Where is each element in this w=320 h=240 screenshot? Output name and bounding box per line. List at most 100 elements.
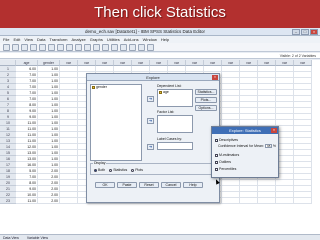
visible-variables-label: Visible: 2 of 2 Variables <box>279 54 316 58</box>
insert-cases-icon[interactable] <box>93 44 100 51</box>
table-cell[interactable] <box>60 198 78 204</box>
menu-utilities[interactable]: Utilities <box>107 36 120 43</box>
toolbar <box>0 43 320 52</box>
statistics-title-text: Explore: Statistics <box>229 128 261 133</box>
insert-variable-icon[interactable] <box>102 44 109 51</box>
variable-item-label: gender <box>96 85 107 89</box>
menu-file[interactable]: File <box>3 36 9 43</box>
reset-button[interactable]: Reset <box>139 182 159 188</box>
dependent-list[interactable]: age <box>157 89 193 107</box>
checkbox-icon[interactable] <box>215 153 218 157</box>
menu-view[interactable]: View <box>24 36 33 43</box>
variable-list[interactable]: gender <box>90 84 142 161</box>
paste-button[interactable]: Paste <box>117 182 137 188</box>
ok-button[interactable]: OK <box>95 182 115 188</box>
maximize-icon[interactable]: □ <box>301 29 309 35</box>
menu-analyze[interactable]: Analyze <box>72 36 86 43</box>
display-group: Display Both Statistics Plots <box>90 161 217 175</box>
menu-transform[interactable]: Transform <box>49 36 67 43</box>
checkbox-icon[interactable] <box>215 160 218 164</box>
menu-help[interactable]: Help <box>161 36 169 43</box>
table-cell[interactable]: 2.00 <box>38 198 60 204</box>
variable-item[interactable]: gender <box>91 85 141 90</box>
open-icon[interactable] <box>3 44 10 51</box>
label-cases-label: Label Cases by: <box>157 137 183 141</box>
save-icon[interactable] <box>12 44 19 51</box>
print-icon[interactable] <box>21 44 28 51</box>
factor-list[interactable] <box>157 115 193 133</box>
menu-graphs[interactable]: Graphs <box>90 36 103 43</box>
percentiles-option[interactable]: Percentiles <box>215 167 236 171</box>
tab-data-view[interactable]: Data View <box>3 235 19 240</box>
checkbox-icon[interactable] <box>215 167 218 171</box>
row-number[interactable]: 23 <box>0 198 16 204</box>
radio-icon[interactable] <box>94 168 97 172</box>
undo-icon[interactable] <box>39 44 46 51</box>
close-icon[interactable]: × <box>271 128 277 133</box>
variables-icon[interactable] <box>75 44 82 51</box>
table-cell[interactable] <box>258 198 276 204</box>
redo-icon[interactable] <box>48 44 55 51</box>
menu-data[interactable]: Data <box>37 36 45 43</box>
weight-cases-icon[interactable] <box>120 44 127 51</box>
ci-row: Confidence Interval for Mean: 95 % <box>218 144 276 148</box>
explore-dialog: Explore × gender ➜ Dependent List: age ➜… <box>86 73 220 203</box>
explore-dialog-title: Explore × <box>87 74 219 81</box>
option-label: M-estimators <box>219 153 240 157</box>
select-cases-icon[interactable] <box>129 44 136 51</box>
table-cell[interactable] <box>294 198 312 204</box>
statistics-dialog-title: Explore: Statistics × <box>212 127 278 134</box>
cell-reference-bar[interactable]: Visible: 2 of 2 Variables <box>0 53 320 59</box>
option-label: Outliers <box>219 160 232 164</box>
menu-window[interactable]: Window <box>143 36 157 43</box>
radio-icon[interactable] <box>131 168 135 172</box>
goto-variable-icon[interactable] <box>66 44 73 51</box>
find-icon[interactable] <box>84 44 91 51</box>
display-plots-option[interactable]: Plots <box>131 168 143 172</box>
display-both-option[interactable]: Both <box>94 168 105 172</box>
close-icon[interactable]: × <box>212 75 218 80</box>
tab-variable-view[interactable]: Variable View <box>27 235 48 240</box>
move-to-factor-button[interactable]: ➜ <box>147 118 154 124</box>
minimize-icon[interactable]: – <box>292 29 300 35</box>
slide-title: Then click Statistics <box>94 4 226 21</box>
explore-title-text: Explore <box>146 75 160 80</box>
label-cases-field[interactable] <box>157 142 193 150</box>
use-sets-icon[interactable] <box>147 44 154 51</box>
title-bar: demo_ech.sav [DataSet1] - IBM SPSS Stati… <box>0 28 320 36</box>
display-label: Display <box>93 161 107 165</box>
menu-add-ons[interactable]: Add-ons <box>124 36 139 43</box>
ci-input[interactable]: 95 <box>264 144 272 148</box>
move-to-label-button[interactable]: ➜ <box>147 144 154 150</box>
value-labels-icon[interactable] <box>138 44 145 51</box>
statistics-button[interactable]: Statistics... <box>195 89 217 95</box>
cancel-button[interactable]: Cancel <box>161 182 181 188</box>
dialog-recall-icon[interactable] <box>30 44 37 51</box>
outliers-option[interactable]: Outliers <box>215 160 231 164</box>
move-to-dependent-button[interactable]: ➜ <box>147 96 154 102</box>
dependent-list-label: Dependent List: <box>157 84 182 88</box>
ci-unit: % <box>272 144 277 148</box>
window-controls: – □ × <box>292 29 318 35</box>
dialog-buttons: OK Paste Reset Cancel Help <box>95 182 203 188</box>
table-cell[interactable]: 11.00 <box>16 198 38 204</box>
descriptives-option[interactable]: ✓ Descriptives <box>215 138 238 142</box>
menu-edit[interactable]: Edit <box>13 36 20 43</box>
options-button[interactable]: Options... <box>195 105 217 111</box>
plots-button[interactable]: Plots... <box>195 97 217 103</box>
close-icon[interactable]: × <box>310 29 318 35</box>
help-button[interactable]: Help <box>183 182 203 188</box>
table-cell[interactable] <box>222 198 240 204</box>
table-cell[interactable] <box>276 198 294 204</box>
menu-bar: File Edit View Data Transform Analyze Gr… <box>0 36 320 43</box>
table-cell[interactable] <box>240 198 258 204</box>
goto-case-icon[interactable] <box>57 44 64 51</box>
radio-icon[interactable] <box>109 168 113 172</box>
m-estimators-option[interactable]: M-estimators <box>215 153 239 157</box>
ci-label: Confidence Interval for Mean: <box>218 144 264 148</box>
display-statistics-option[interactable]: Statistics <box>109 168 127 172</box>
option-label: Both <box>98 168 106 172</box>
split-file-icon[interactable] <box>111 44 118 51</box>
checkbox-checked-icon[interactable]: ✓ <box>215 138 219 142</box>
dependent-item[interactable]: age <box>158 90 192 95</box>
